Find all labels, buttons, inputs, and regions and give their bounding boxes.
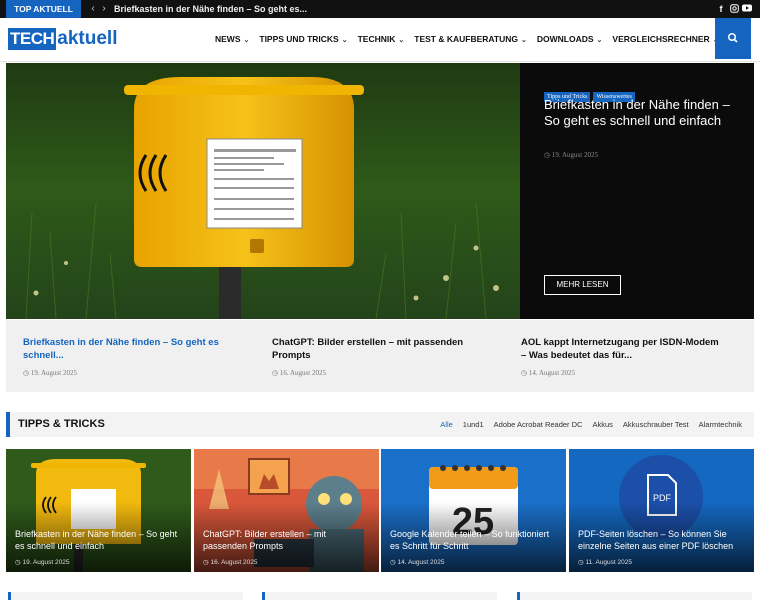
filter-akkuschrauber[interactable]: Akkuschrauber Test (623, 420, 689, 429)
related-post-title[interactable]: Briefkasten in der Nähe finden – So geht… (23, 336, 228, 362)
chevron-down-icon: ⌄ (520, 37, 527, 44)
chevron-down-icon: ⌄ (398, 37, 405, 44)
related-posts-strip: Briefkasten in der Nähe finden – So geht… (6, 320, 754, 392)
post-card[interactable]: 25 Google Kalender teilen – So funktioni… (381, 449, 566, 572)
section-header-partial (8, 592, 243, 600)
chevron-down-icon: ⌄ (243, 37, 250, 44)
filter-alle[interactable]: Alle (440, 420, 453, 429)
post-card[interactable]: Briefkasten in der Nähe finden – So geht… (6, 449, 191, 572)
card-date: ◷ 11. August 2025 (578, 559, 632, 566)
logo-tech: TECH (8, 28, 57, 50)
related-post-title[interactable]: AOL kappt Internetzugang per ISDN-Modem … (521, 336, 726, 362)
top-bar: TOP AKTUELL ‹ › Briefkasten in der Nähe … (0, 0, 760, 18)
main-nav: NEWS ⌄ TIPPS UND TRICKS ⌄ TECHNIK ⌄ TEST & … (215, 18, 729, 60)
section-filters: Alle 1und1 Adobe Acrobat Reader DC Akkus… (430, 412, 742, 437)
card-title[interactable]: ChatGPT: Bilder erstellen – mit passende… (203, 528, 371, 552)
related-post-date: ◷ 14. August 2025 (521, 369, 575, 377)
section-title: TIPPS & TRICKS (18, 418, 105, 430)
related-post-title[interactable]: ChatGPT: Bilder erstellen – mit passende… (272, 336, 477, 362)
section-header: TIPPS & TRICKS Alle 1und1 Adobe Acrobat … (6, 412, 754, 437)
filter-adobe-acrobat[interactable]: Adobe Acrobat Reader DC (494, 420, 583, 429)
next-sections (0, 590, 760, 600)
logo-aktuell: aktuell (57, 28, 118, 49)
card-date: ◷ 14. August 2025 (390, 559, 445, 566)
nav-test-kaufberatung[interactable]: TEST & KAUFBERATUNG ⌄ (414, 34, 527, 44)
ticker-prev-icon[interactable]: ‹ (88, 3, 98, 15)
section-header-partial (517, 592, 752, 600)
facebook-icon[interactable]: f (716, 4, 726, 14)
top-aktuell-label: TOP AKTUELL (6, 0, 81, 18)
card-date: ◷ 16. August 2025 (203, 559, 258, 566)
hero-title[interactable]: Briefkasten in der Nähe finden – So geht… (544, 97, 744, 129)
search-button[interactable] (715, 18, 751, 59)
filter-akkus[interactable]: Akkus (592, 420, 612, 429)
hero-image[interactable] (6, 63, 520, 319)
post-grid: Briefkasten in der Nähe finden – So geht… (6, 449, 754, 572)
nav-downloads[interactable]: DOWNLOADS ⌄ (537, 34, 603, 44)
nav-news[interactable]: NEWS ⌄ (215, 34, 249, 44)
related-post[interactable]: AOL kappt Internetzugang per ISDN-Modem … (521, 336, 726, 377)
instagram-icon[interactable] (729, 4, 739, 14)
search-icon (727, 32, 738, 43)
clock-icon: ◷ (272, 369, 280, 377)
clock-icon: ◷ (23, 369, 31, 377)
related-post[interactable]: Briefkasten in der Nähe finden – So geht… (23, 336, 228, 377)
clock-icon: ◷ (521, 369, 529, 377)
nav-tipps-und-tricks[interactable]: TIPPS UND TRICKS ⌄ (259, 34, 347, 44)
card-title[interactable]: Google Kalender teilen – So funktioniert… (390, 528, 558, 552)
related-post[interactable]: ChatGPT: Bilder erstellen – mit passende… (272, 336, 477, 377)
chevron-down-icon: ⌄ (596, 37, 603, 44)
clock-icon: ◷ (544, 151, 552, 159)
section-header-partial (262, 592, 497, 600)
card-title[interactable]: Briefkasten in der Nähe finden – So geht… (15, 528, 183, 552)
card-date: ◷ 19. August 2025 (15, 559, 70, 566)
hero-featured-panel: Tipps und Tricks Wissenswertes Briefkaste… (520, 63, 754, 319)
youtube-icon[interactable] (742, 4, 752, 14)
site-logo[interactable]: TECH aktuell (8, 27, 117, 51)
card-title[interactable]: PDF-Seiten löschen – So können Sie einze… (578, 528, 746, 552)
post-card[interactable]: PDF PDF-Seiten löschen – So können Sie e… (569, 449, 754, 572)
related-post-date: ◷ 16. August 2025 (272, 369, 326, 377)
hero-date: ◷ 19. August 2025 (544, 151, 598, 159)
ticker-headline[interactable]: Briefkasten in der Nähe finden – So geht… (114, 0, 307, 18)
post-card[interactable]: ChatGPT: Bilder erstellen – mit passende… (194, 449, 379, 572)
read-more-button[interactable]: MEHR LESEN (544, 275, 621, 295)
filter-alarmtechnik[interactable]: Alarmtechnik (699, 420, 742, 429)
filter-1und1[interactable]: 1und1 (463, 420, 484, 429)
nav-technik[interactable]: TECHNIK ⌄ (358, 34, 405, 44)
ticker-next-icon[interactable]: › (99, 3, 109, 15)
related-post-date: ◷ 19. August 2025 (23, 369, 77, 377)
nav-vergleichsrechner[interactable]: VERGLEICHSRECHNER⌄ (612, 34, 718, 44)
site-header: TECH aktuell NEWS ⌄ TIPPS UND TRICKS ⌄ TECH… (0, 18, 760, 62)
chevron-down-icon: ⌄ (341, 37, 348, 44)
